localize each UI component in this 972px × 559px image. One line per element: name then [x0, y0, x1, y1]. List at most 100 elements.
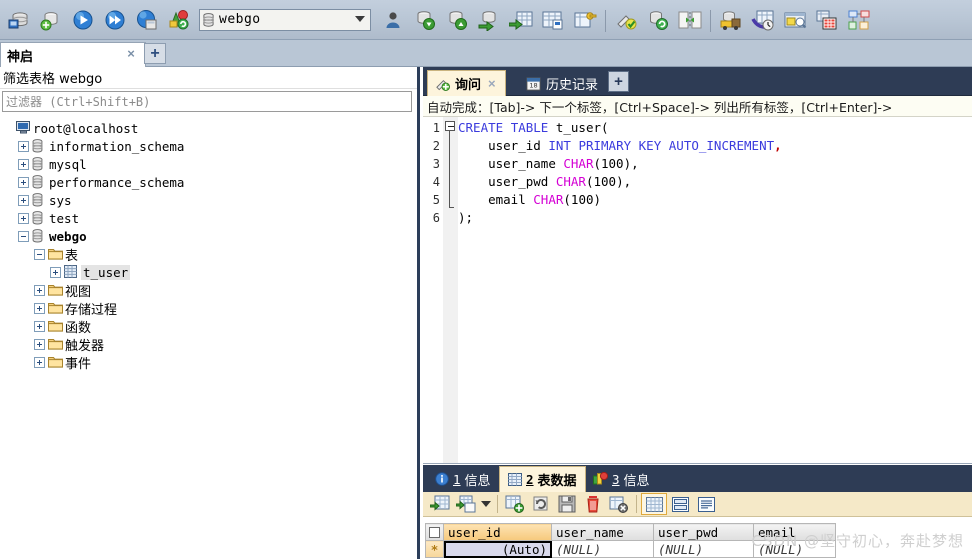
form-view-icon[interactable]	[667, 493, 693, 515]
checkbox-icon[interactable]	[429, 526, 440, 538]
tree-item-label: webgo	[49, 228, 87, 244]
new-connection-icon[interactable]	[35, 3, 67, 37]
collapse-icon[interactable]	[34, 248, 45, 260]
delete-record-icon[interactable]	[580, 493, 606, 515]
schema-designer-icon[interactable]	[843, 3, 875, 37]
column-header-user-pwd[interactable]: user_pwd	[653, 523, 754, 541]
tree-item-事件[interactable]: 事件	[0, 353, 417, 372]
import-data-icon[interactable]	[473, 3, 505, 37]
results-tab-number: 2	[526, 472, 534, 487]
connect-icon[interactable]	[3, 3, 35, 37]
cell-user-id[interactable]: (Auto)	[443, 540, 552, 558]
expand-icon[interactable]	[34, 302, 45, 314]
tab-history[interactable]: 18 历史记录	[519, 70, 607, 96]
insert-row-icon[interactable]	[427, 493, 453, 515]
tree-item-webgo[interactable]: webgo	[0, 227, 417, 245]
results-tab-3[interactable]: 3 信息	[585, 466, 658, 492]
folder-icon	[48, 355, 63, 369]
database-icon	[32, 175, 46, 189]
query-builder-icon[interactable]	[610, 3, 642, 37]
database-selector-value: webgo	[219, 12, 261, 27]
tree-item-label: 触发器	[65, 338, 105, 354]
expand-icon[interactable]	[18, 212, 29, 224]
connection-tab[interactable]: 神启 ×	[0, 42, 146, 67]
code-token: );	[458, 210, 474, 225]
tree-item-t_user[interactable]: t_user	[0, 263, 417, 281]
data-sync-icon[interactable]	[674, 3, 706, 37]
add-connection-tab-button[interactable]: +	[144, 43, 166, 64]
backup-database-icon[interactable]	[409, 3, 441, 37]
sql-code-content[interactable]: CREATE TABLE t_user( user_id INT PRIMARY…	[458, 117, 972, 463]
expand-icon[interactable]	[34, 356, 45, 368]
code-token: INT	[548, 138, 571, 153]
restore-database-icon[interactable]	[441, 3, 473, 37]
code-token: (100)	[563, 192, 602, 207]
manage-index-icon[interactable]	[569, 3, 601, 37]
row-marker[interactable]: *	[425, 540, 444, 558]
toolbar-separator-2	[706, 8, 715, 32]
results-tab-2[interactable]: 2 表数据	[499, 466, 586, 492]
code-fold-column[interactable]	[443, 117, 458, 463]
text-view-icon[interactable]	[693, 493, 719, 515]
expand-icon[interactable]	[18, 140, 29, 152]
table-diagnostics-icon[interactable]	[537, 3, 569, 37]
expand-icon[interactable]	[34, 338, 45, 350]
column-header-user-id[interactable]: user_id	[443, 523, 552, 541]
tree-item-表[interactable]: 表	[0, 245, 417, 264]
tree-item-label: 函数	[65, 320, 92, 336]
refresh-data-icon[interactable]	[528, 493, 554, 515]
add-query-tab-button[interactable]: +	[608, 71, 629, 92]
fold-toggle-icon[interactable]	[445, 121, 455, 131]
tree-item-视图[interactable]: 视图	[0, 281, 417, 300]
tree-item-test[interactable]: test	[0, 209, 417, 227]
cell-user-name[interactable]: (NULL)	[551, 540, 654, 558]
user-manager-icon[interactable]	[377, 3, 409, 37]
schema-sync-icon[interactable]	[642, 3, 674, 37]
export-grid-icon[interactable]	[505, 3, 537, 37]
form-view-icon[interactable]	[779, 3, 811, 37]
execute-icon[interactable]	[67, 3, 99, 37]
expand-icon[interactable]	[18, 194, 29, 206]
tree-item-触发器[interactable]: 触发器	[0, 335, 417, 354]
insert-row-options-icon[interactable]	[453, 493, 479, 515]
expand-icon[interactable]	[34, 320, 45, 332]
tree-item-information_schema[interactable]: information_schema	[0, 137, 417, 155]
tree-item-sys[interactable]: sys	[0, 191, 417, 209]
query-icon	[436, 80, 450, 91]
dropdown-arrow-icon[interactable]	[479, 493, 493, 515]
scheduled-backup-icon[interactable]	[715, 3, 747, 37]
stop-icon[interactable]	[131, 3, 163, 37]
html-export-icon[interactable]	[811, 3, 843, 37]
filter-input[interactable]: 过滤器 (Ctrl+Shift+B)	[2, 91, 412, 112]
close-icon[interactable]: ×	[488, 76, 496, 91]
tree-item-函数[interactable]: 函数	[0, 317, 417, 336]
cell-user-pwd[interactable]: (NULL)	[653, 540, 754, 558]
chevron-down-icon[interactable]	[355, 15, 365, 22]
results-tab-1[interactable]: 1 信息	[427, 466, 499, 492]
tree-item-存储过程[interactable]: 存储过程	[0, 299, 417, 318]
tree-item-root@localhost[interactable]: root@localhost	[0, 119, 417, 137]
expand-icon[interactable]	[18, 176, 29, 188]
expand-icon[interactable]	[34, 284, 45, 296]
execute-all-icon[interactable]	[99, 3, 131, 37]
refresh-objects-icon[interactable]	[163, 3, 195, 37]
clear-filter-icon[interactable]	[606, 493, 632, 515]
column-header-user-name[interactable]: user_name	[551, 523, 654, 541]
tree-item-mysql[interactable]: mysql	[0, 155, 417, 173]
expand-icon[interactable]	[18, 158, 29, 170]
grid-view-icon[interactable]	[641, 493, 667, 515]
close-icon[interactable]: ×	[124, 47, 138, 61]
results-tab-number: 3	[612, 471, 620, 487]
add-record-icon[interactable]	[502, 493, 528, 515]
expand-icon[interactable]	[50, 266, 61, 278]
tab-query[interactable]: 询问 ×	[427, 70, 506, 96]
sql-scheduler-icon[interactable]	[747, 3, 779, 37]
database-selector[interactable]: webgo	[199, 8, 371, 31]
select-all-header[interactable]	[425, 523, 444, 541]
tree-item-performance_schema[interactable]: performance_schema	[0, 173, 417, 191]
svg-text:18: 18	[529, 81, 537, 89]
save-changes-icon[interactable]	[554, 493, 580, 515]
sql-editor[interactable]: 1 2 3 4 5 6 CREATE TABLE t_user( user_id INT …	[423, 117, 972, 464]
collapse-icon[interactable]	[18, 230, 29, 242]
